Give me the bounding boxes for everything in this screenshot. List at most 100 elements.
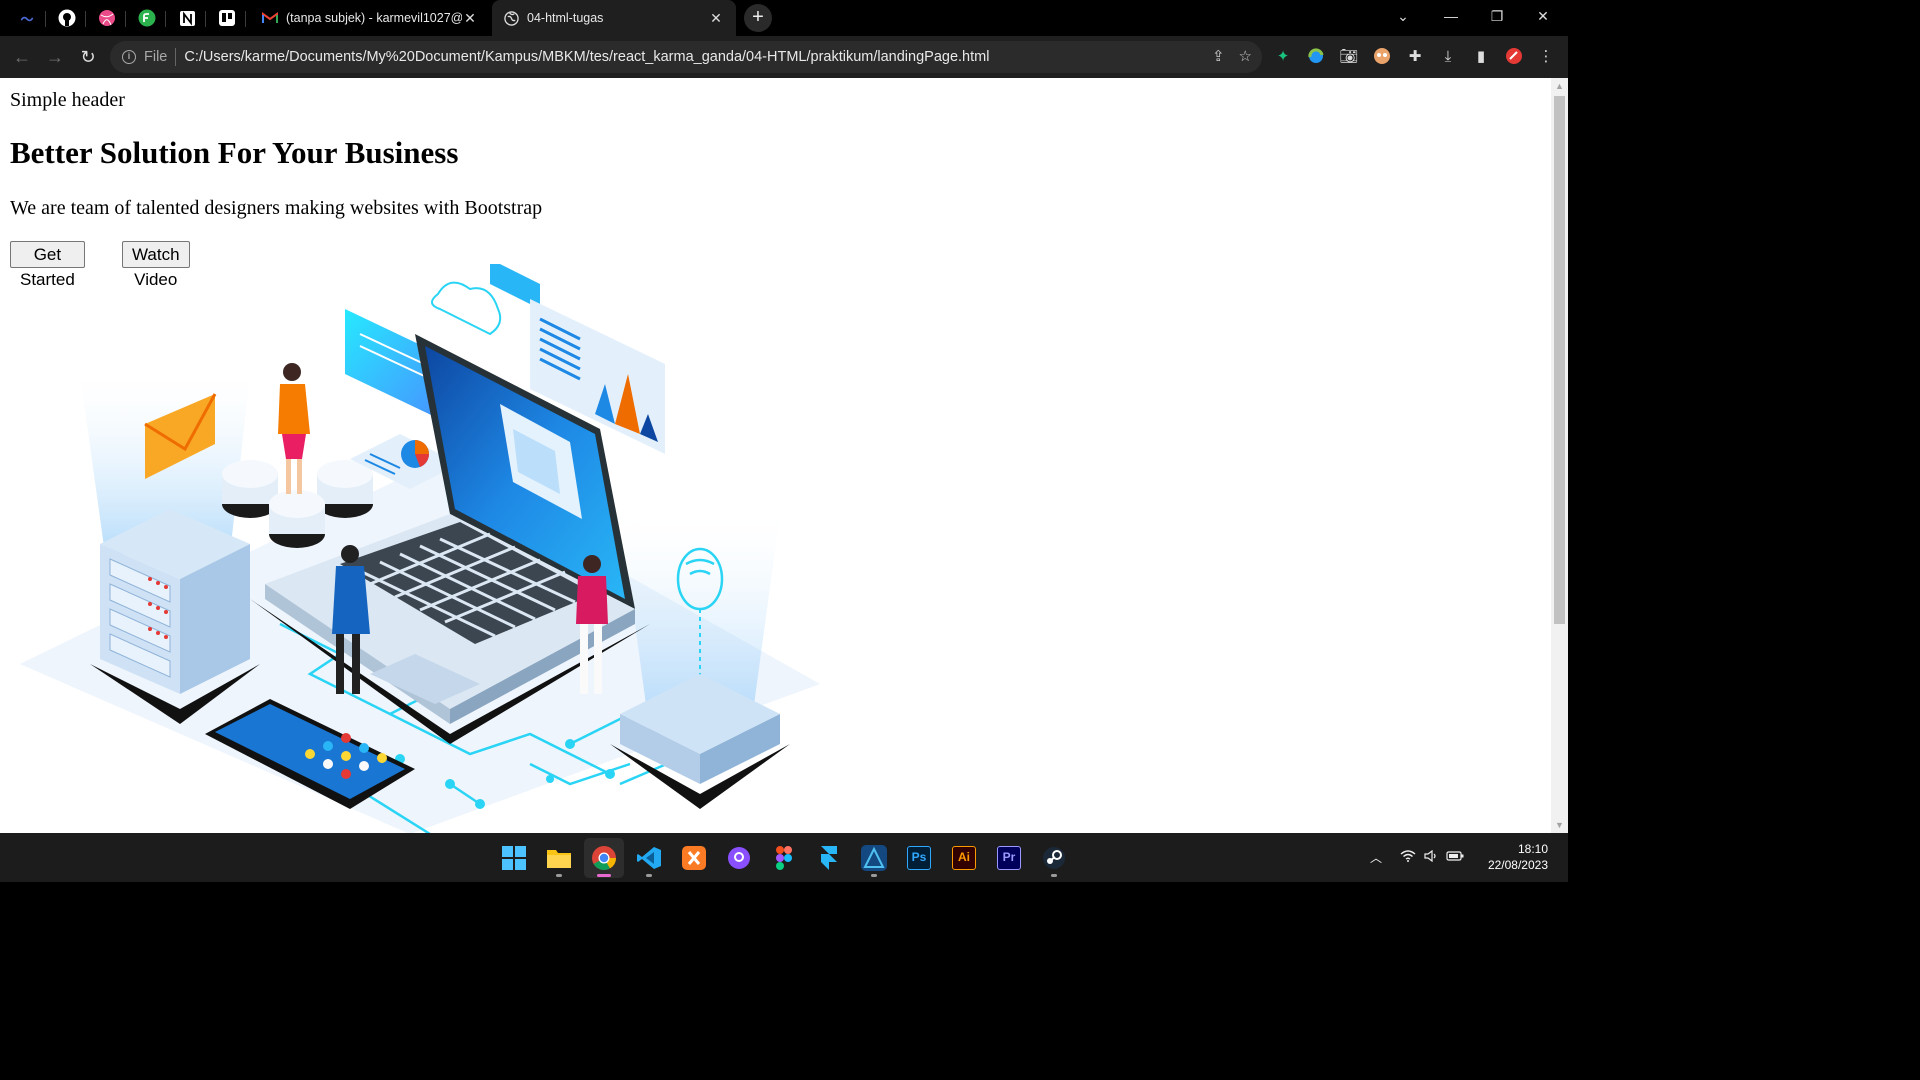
- photoshop-icon: Ps: [907, 846, 931, 870]
- xampp-icon: [682, 846, 706, 870]
- info-icon[interactable]: i: [122, 50, 136, 64]
- system-tray: ︿: [1370, 833, 1464, 882]
- pinned-tab-app[interactable]: 〜: [8, 4, 46, 32]
- dribbble-icon: [99, 10, 115, 26]
- feedly-icon: [138, 9, 156, 27]
- framer-icon: [821, 846, 837, 870]
- taskbar-file-explorer[interactable]: [539, 838, 579, 878]
- tab-title: 04-html-tugas: [527, 11, 604, 25]
- back-button[interactable]: ←: [9, 44, 35, 70]
- star-icon[interactable]: ☆: [1239, 47, 1252, 65]
- extensions-button[interactable]: ✚: [1404, 45, 1426, 67]
- tab-gmail[interactable]: (tanpa subjek) - karmevil1027@g ✕: [250, 0, 490, 36]
- extension-icon-2[interactable]: [1305, 45, 1327, 67]
- leaf-icon: ✦: [1276, 48, 1290, 65]
- woman-standing: [278, 363, 310, 494]
- extension-icon-4[interactable]: [1371, 45, 1393, 67]
- taskbar-affinity-designer[interactable]: [854, 838, 894, 878]
- github-desktop-icon: [728, 847, 750, 869]
- taskbar-figma[interactable]: [764, 838, 804, 878]
- chevron-down-icon: ⌄: [1397, 8, 1409, 24]
- pinned-tab-github[interactable]: [48, 4, 86, 32]
- folder-icon: [547, 850, 571, 868]
- illustrator-icon: Ai: [952, 846, 976, 870]
- scrollbar-thumb[interactable]: [1554, 96, 1565, 624]
- battery-icon[interactable]: [1446, 850, 1464, 865]
- puzzle-icon: ✚: [1408, 48, 1422, 65]
- taskbar-photoshop[interactable]: Ps: [899, 838, 939, 878]
- taskbar-chrome[interactable]: [584, 838, 624, 878]
- taskbar-steam[interactable]: [1034, 838, 1074, 878]
- close-icon: ✕: [1537, 8, 1549, 24]
- hero-illustration: [20, 264, 820, 833]
- start-button[interactable]: [494, 838, 534, 878]
- minimize-icon: —: [1444, 8, 1458, 24]
- app-logo-icon: 〜: [20, 11, 34, 27]
- notion-icon: [179, 10, 195, 26]
- address-bar[interactable]: i File C:/Users/karme/Documents/My%20Doc…: [110, 41, 1262, 73]
- minimize-button[interactable]: —: [1428, 0, 1474, 32]
- volume-icon[interactable]: [1424, 849, 1438, 865]
- kebab-menu-icon: ⋮: [1538, 48, 1554, 65]
- forward-button[interactable]: →: [42, 44, 68, 70]
- arrow-left-icon: ←: [13, 47, 31, 67]
- avatar-extension-icon: [1374, 48, 1390, 64]
- reload-button[interactable]: ↻: [75, 44, 101, 70]
- download-icon: ⤓: [1444, 47, 1452, 65]
- pinned-tab-trello[interactable]: [208, 4, 246, 32]
- steam-icon: [1043, 847, 1065, 869]
- affinity-designer-icon: [861, 845, 887, 871]
- wifi-icon[interactable]: [1400, 850, 1416, 865]
- scroll-down-icon[interactable]: ▼: [1551, 817, 1568, 833]
- profile-button[interactable]: [1503, 45, 1525, 67]
- browser-toolbar: ← → ↻ i File C:/Users/karme/Documents/My…: [0, 36, 1568, 78]
- arrow-right-icon: →: [46, 47, 64, 67]
- url-text[interactable]: C:/Users/karme/Documents/My%20Document/K…: [184, 49, 989, 65]
- camera-icon: 📷︎: [1339, 48, 1359, 65]
- globe-icon: [504, 10, 519, 26]
- chevron-up-icon[interactable]: ︿: [1370, 849, 1382, 866]
- tab-search-button[interactable]: ⌄: [1380, 0, 1426, 32]
- menu-button[interactable]: ⋮: [1535, 45, 1557, 67]
- tab-active[interactable]: 04-html-tugas ✕: [492, 0, 736, 36]
- share-icon[interactable]: ⇪: [1212, 47, 1225, 65]
- taskbar-xampp[interactable]: [674, 838, 714, 878]
- taskbar-illustrator[interactable]: Ai: [944, 838, 984, 878]
- extension-icon-1[interactable]: ✦: [1272, 45, 1294, 67]
- premiere-pro-icon: Pr: [997, 846, 1021, 870]
- clock-date: 22/08/2023: [1487, 858, 1548, 872]
- figma-icon: [776, 846, 792, 870]
- windows-taskbar: Ps Ai Pr ︿ 18:10 22/08/2023: [0, 833, 1568, 882]
- taskbar-framer[interactable]: [809, 838, 849, 878]
- taskbar-premiere-pro[interactable]: Pr: [989, 838, 1029, 878]
- scheme-label: File: [144, 49, 168, 65]
- side-panel-button[interactable]: ▮: [1470, 45, 1492, 67]
- close-icon[interactable]: ✕: [708, 10, 724, 27]
- extension-icon-3[interactable]: 📷︎: [1338, 45, 1360, 67]
- windows-icon: [502, 846, 526, 870]
- restore-button[interactable]: ❐: [1474, 0, 1520, 32]
- vscode-icon: [637, 847, 661, 869]
- downloads-button[interactable]: ⤓: [1437, 45, 1459, 67]
- new-tab-button[interactable]: +: [744, 4, 772, 32]
- close-window-button[interactable]: ✕: [1520, 0, 1566, 32]
- page-viewport: Simple header Better Solution For Your B…: [0, 78, 1568, 833]
- taskbar-clock[interactable]: 18:10 22/08/2023: [1488, 841, 1548, 873]
- restore-icon: ❐: [1490, 8, 1504, 24]
- chrome-icon: [592, 846, 616, 871]
- tab-title: (tanpa subjek) - karmevil1027@g: [286, 11, 462, 25]
- page-scrollbar[interactable]: ▲ ▼: [1551, 78, 1568, 833]
- scroll-up-icon[interactable]: ▲: [1551, 78, 1568, 94]
- pinned-tab-dribbble[interactable]: [88, 4, 126, 32]
- taskbar-github-desktop[interactable]: [719, 838, 759, 878]
- pinned-tab-feedly[interactable]: [128, 4, 166, 32]
- profile-icon: [1506, 48, 1522, 64]
- side-panel-icon: ▮: [1476, 48, 1486, 65]
- hero-title: Better Solution For Your Business: [10, 135, 459, 170]
- taskbar-vscode[interactable]: [629, 838, 669, 878]
- hero-subtitle: We are team of talented designers making…: [10, 197, 543, 219]
- pinned-tab-notion[interactable]: [168, 4, 206, 32]
- divider: [175, 48, 177, 66]
- github-icon: [58, 9, 76, 27]
- close-icon[interactable]: ✕: [462, 10, 478, 27]
